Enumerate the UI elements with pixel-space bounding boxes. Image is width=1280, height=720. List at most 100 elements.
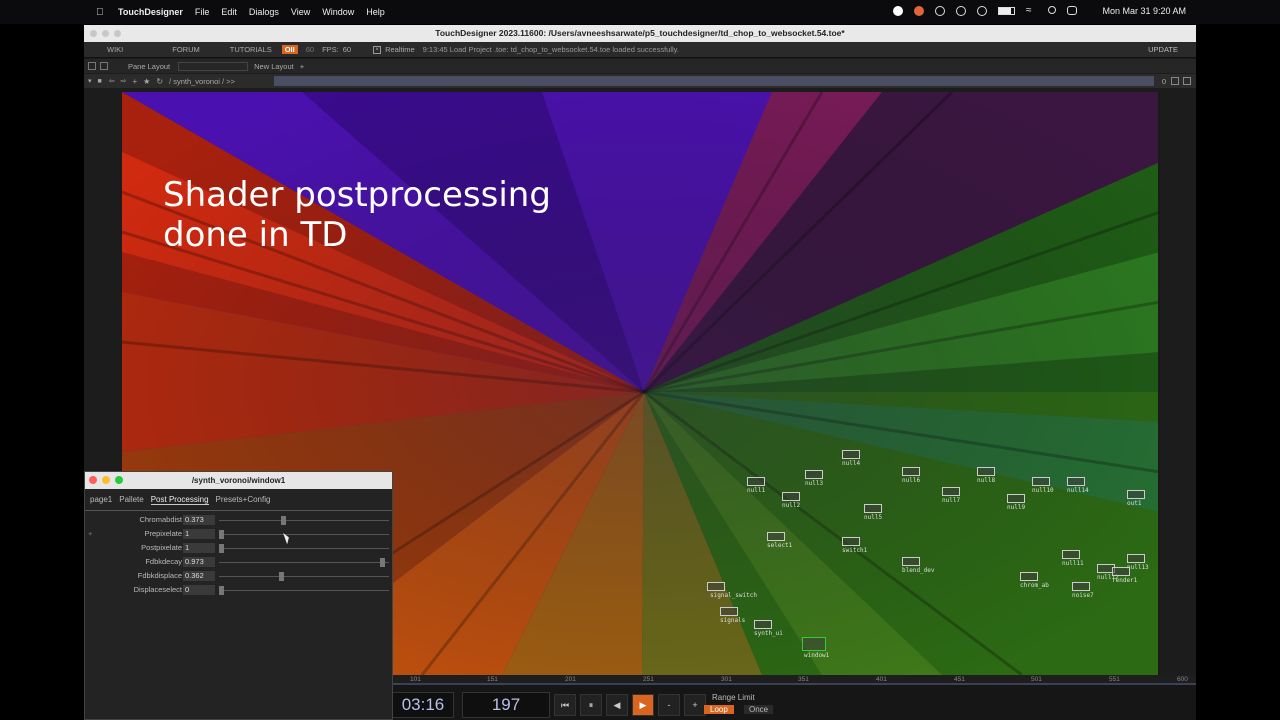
node[interactable] (942, 487, 960, 496)
minimize-icon[interactable] (102, 476, 110, 484)
node[interactable] (864, 504, 882, 513)
close-icon[interactable] (89, 476, 97, 484)
refresh-icon[interactable]: ↻ (156, 77, 163, 86)
param-value-field[interactable]: 0 (183, 585, 215, 595)
param-value-field[interactable]: 0.973 (183, 557, 215, 567)
menu-app-name[interactable]: TouchDesigner (118, 7, 183, 17)
node[interactable] (782, 492, 800, 501)
node[interactable] (1112, 567, 1130, 576)
param-slider-track[interactable] (219, 562, 389, 563)
node[interactable] (805, 470, 823, 479)
play-circle-icon[interactable] (977, 6, 987, 16)
close-icon[interactable] (90, 30, 97, 37)
add-layout-button[interactable]: + (300, 62, 304, 71)
control-center-icon[interactable] (1067, 6, 1077, 15)
menu-dialogs[interactable]: Dialogs (249, 7, 279, 17)
path-field[interactable] (274, 76, 1154, 86)
tab-post-processing[interactable]: Post Processing (150, 495, 209, 505)
param-slider-handle[interactable] (379, 558, 385, 567)
node[interactable] (707, 582, 725, 591)
pane-type-icon[interactable] (100, 62, 108, 70)
add-icon[interactable]: + (133, 77, 138, 86)
star-icon[interactable]: ★ (143, 77, 150, 86)
network-path[interactable]: / synth_voronoi / >> (169, 77, 235, 86)
menu-edit[interactable]: Edit (221, 7, 237, 17)
chevron-down-icon[interactable]: ▾ (88, 77, 92, 85)
battery-icon[interactable] (998, 7, 1015, 15)
timeline-ruler[interactable]: 101 151 201 251 301 351 401 451 501 551 … (392, 675, 1196, 685)
menu-help[interactable]: Help (366, 7, 385, 17)
wiki-link[interactable]: WIKI (107, 45, 123, 54)
update-button[interactable]: UPDATE (1148, 45, 1178, 54)
param-slider-track[interactable] (219, 590, 389, 591)
node[interactable] (902, 467, 920, 476)
param-slider-handle[interactable] (219, 530, 224, 539)
menubar-clock[interactable]: Mon Mar 31 9:20 AM (1102, 6, 1186, 16)
rewind-button[interactable]: ⏮ (554, 694, 576, 716)
decrement-button[interactable]: - (658, 694, 680, 716)
zoom-icon[interactable] (114, 30, 121, 37)
param-slider-handle[interactable] (278, 572, 284, 581)
record-icon[interactable] (893, 6, 903, 16)
node[interactable] (1007, 494, 1025, 503)
node[interactable] (754, 620, 772, 629)
menu-view[interactable]: View (291, 7, 310, 17)
timeline-scrub-bar[interactable] (392, 683, 1196, 685)
node[interactable] (842, 450, 860, 459)
minimize-icon[interactable] (102, 30, 109, 37)
play-button[interactable]: ▶ (632, 694, 654, 716)
tab-page1[interactable]: page1 (90, 495, 112, 504)
menu-file[interactable]: File (195, 7, 210, 17)
pane-layout-slots[interactable] (178, 61, 249, 71)
param-slider-track[interactable] (219, 534, 389, 535)
airplay-icon[interactable] (956, 6, 966, 16)
search-icon[interactable] (1048, 6, 1056, 14)
node[interactable] (767, 532, 785, 541)
zoom-icon[interactable] (115, 476, 123, 484)
node[interactable] (977, 467, 995, 476)
node[interactable] (1072, 582, 1090, 591)
param-slider-track[interactable] (219, 520, 389, 521)
param-value-field[interactable]: 0.362 (183, 571, 215, 581)
step-back-button[interactable]: ◀ (606, 694, 628, 716)
node[interactable] (1127, 554, 1145, 563)
tutorials-link[interactable]: TUTORIALS (230, 45, 272, 54)
node[interactable] (842, 537, 860, 546)
param-slider-handle[interactable] (219, 544, 224, 553)
pause-button[interactable]: ⏸ (580, 694, 602, 716)
node[interactable] (720, 607, 738, 616)
pane-split-icon[interactable] (88, 62, 96, 70)
gear-icon[interactable] (935, 6, 945, 16)
oii-badge[interactable]: OII (281, 45, 298, 54)
node[interactable] (902, 557, 920, 566)
node[interactable] (1020, 572, 1038, 581)
param-slider-handle[interactable] (219, 586, 224, 595)
app-status-icon[interactable] (914, 6, 924, 16)
layout-icon[interactable] (1183, 77, 1191, 85)
param-value-field[interactable]: 1 (183, 529, 215, 539)
pane-layout-label[interactable]: Pane Layout (128, 62, 170, 71)
stop-icon[interactable]: ■ (98, 78, 102, 85)
loop-button[interactable]: Loop (704, 705, 734, 714)
param-slider-track[interactable] (219, 576, 389, 577)
timecode-display[interactable]: 03:16 (392, 692, 454, 718)
node[interactable] (1062, 550, 1080, 559)
param-value-field[interactable]: 1 (183, 543, 215, 553)
node[interactable] (1127, 490, 1145, 499)
param-slider-track[interactable] (219, 548, 389, 549)
node-window1[interactable] (802, 637, 826, 651)
apple-menu-icon[interactable]:  (96, 7, 106, 18)
realtime-checkbox[interactable]: × (373, 45, 382, 54)
back-icon[interactable]: ⇦ (109, 77, 115, 85)
tab-presets-config[interactable]: Presets+Config (216, 495, 271, 504)
plus-icon[interactable]: + (88, 529, 92, 538)
forward-icon[interactable]: ⇨ (121, 77, 127, 85)
param-slider-handle[interactable] (280, 516, 286, 525)
node[interactable] (1032, 477, 1050, 486)
tab-pallete[interactable]: Pallete (119, 495, 143, 504)
forum-link[interactable]: FORUM (172, 45, 200, 54)
once-button[interactable]: Once (744, 705, 774, 714)
wifi-icon[interactable]: ≈ (1026, 6, 1037, 17)
node[interactable] (1067, 477, 1085, 486)
node[interactable] (747, 477, 765, 486)
